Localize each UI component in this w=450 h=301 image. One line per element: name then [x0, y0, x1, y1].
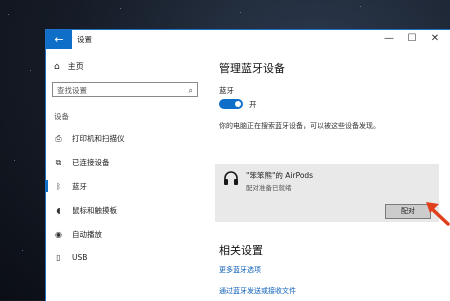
device-status: 配对准备已就绪 — [246, 184, 292, 192]
toggle-state-label: 开 — [249, 100, 257, 109]
sidebar-item-home[interactable]: ⌂ 主页 — [54, 61, 84, 72]
search-placeholder: 查找设置 — [57, 86, 87, 95]
connected-devices-icon: ⧉ — [55, 157, 62, 167]
title-bar: ← 设置 — ☐ ✕ — [46, 30, 450, 49]
bluetooth-label: 蓝牙 — [219, 86, 234, 95]
window-title: 设置 — [77, 35, 92, 44]
arrow-left-icon: ← — [54, 33, 64, 46]
sidebar-item-label: USB — [72, 253, 88, 262]
section-label-devices: 设备 — [54, 112, 69, 121]
sidebar-item-printers[interactable]: ⎙ 打印机和扫描仪 — [54, 133, 125, 144]
usb-icon: ▯ — [56, 253, 61, 262]
sidebar-item-autoplay[interactable]: ◉ 自动播放 — [54, 229, 102, 240]
sidebar-item-label: 鼠标和触摸板 — [72, 206, 117, 215]
main-content: 管理蓝牙设备 蓝牙 开 你的电脑正在搜索蓝牙设备，可以被这些设备发现。 "笨笨熊… — [202, 49, 450, 301]
maximize-button[interactable]: ☐ — [404, 32, 420, 46]
search-input[interactable]: 查找设置 ⌕ — [52, 82, 198, 97]
search-icon[interactable]: ⌕ — [189, 83, 193, 98]
printer-icon: ⎙ — [55, 133, 62, 143]
discover-text: 你的电脑正在搜索蓝牙设备，可以被这些设备发现。 — [219, 122, 380, 130]
device-name: "笨笨熊"的 AirPods — [246, 171, 314, 180]
bluetooth-toggle[interactable] — [219, 99, 243, 109]
sidebar-item-connected-devices[interactable]: ⧉ 已连接设备 — [54, 157, 110, 168]
settings-window: ← 设置 — ☐ ✕ ⌂ 主页 查找设置 ⌕ 设备 ⎙ 打印机和扫描仪 ⧉ 已连… — [45, 29, 450, 301]
sidebar-item-usb[interactable]: ▯ USB — [54, 253, 87, 262]
sidebar-item-label: 自动播放 — [72, 230, 102, 239]
annotation-arrow-icon — [426, 202, 450, 226]
sidebar-item-label: 已连接设备 — [72, 158, 110, 167]
sidebar-item-label: 主页 — [67, 62, 84, 71]
sidebar-item-mouse[interactable]: ◖ 鼠标和触摸板 — [54, 205, 117, 216]
minimize-button[interactable]: — — [381, 32, 397, 46]
home-icon: ⌂ — [54, 61, 60, 72]
send-receive-files-link[interactable]: 通过蓝牙发送或接收文件 — [219, 286, 296, 296]
back-button[interactable]: ← — [46, 30, 72, 49]
more-bluetooth-options-link[interactable]: 更多蓝牙选项 — [219, 265, 261, 275]
sidebar-item-bluetooth[interactable]: ᛒ 蓝牙 — [54, 181, 87, 192]
mouse-icon: ◖ — [56, 206, 61, 215]
close-button[interactable]: ✕ — [427, 32, 443, 46]
page-title: 管理蓝牙设备 — [219, 62, 285, 75]
related-settings-title: 相关设置 — [219, 244, 263, 257]
headphones-icon — [224, 171, 238, 185]
autoplay-icon: ◉ — [55, 230, 62, 239]
sidebar-item-label: 打印机和扫描仪 — [72, 134, 125, 143]
selected-indicator — [46, 180, 48, 192]
sidebar-item-label: 蓝牙 — [72, 182, 87, 191]
bluetooth-icon: ᛒ — [56, 182, 61, 191]
device-card[interactable]: "笨笨熊"的 AirPods 配对准备已就绪 配对 — [215, 164, 439, 222]
sidebar: ⌂ 主页 查找设置 ⌕ 设备 ⎙ 打印机和扫描仪 ⧉ 已连接设备 ᛒ 蓝牙 ◖ … — [46, 49, 202, 301]
